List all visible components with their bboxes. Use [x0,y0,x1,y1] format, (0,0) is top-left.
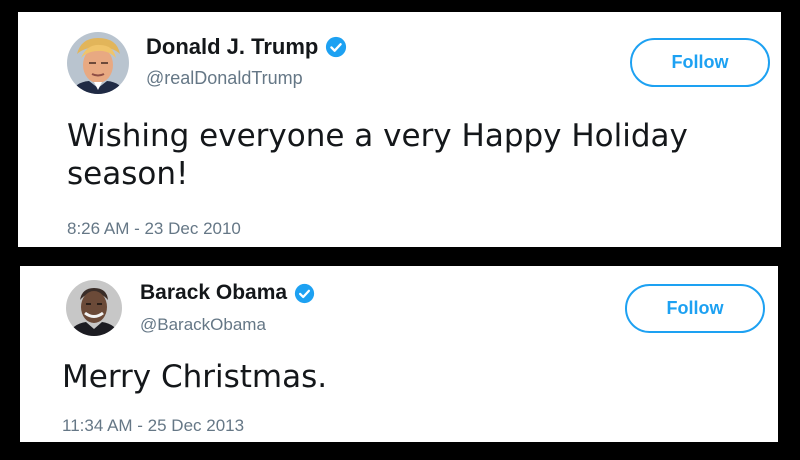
display-name: Barack Obama [140,281,288,304]
tweet-timestamp[interactable]: 11:34 AM - 25 Dec 2013 [62,416,244,436]
avatar-portrait-icon [67,32,129,94]
avatar[interactable] [67,32,129,94]
user-handle[interactable]: @BarackObama [140,315,266,335]
tweet-text: Wishing everyone a very Happy Holiday se… [67,118,688,192]
tweet-card: Barack Obama @BarackObama Follow Merry C… [20,266,778,442]
avatar[interactable] [66,280,122,336]
follow-button[interactable]: Follow [630,38,770,87]
verified-badge-icon [325,36,347,58]
verified-badge-icon [294,283,315,304]
tweet-card: Donald J. Trump @realDonaldTrump Follow … [18,12,781,247]
display-name: Donald J. Trump [146,34,319,59]
user-name[interactable]: Barack Obama [140,281,315,305]
user-name[interactable]: Donald J. Trump [146,34,347,60]
avatar-portrait-icon [66,280,122,336]
follow-button[interactable]: Follow [625,284,765,333]
user-handle[interactable]: @realDonaldTrump [146,68,303,89]
tweet-timestamp[interactable]: 8:26 AM - 23 Dec 2010 [67,219,241,239]
tweet-text: Merry Christmas. [62,359,328,395]
